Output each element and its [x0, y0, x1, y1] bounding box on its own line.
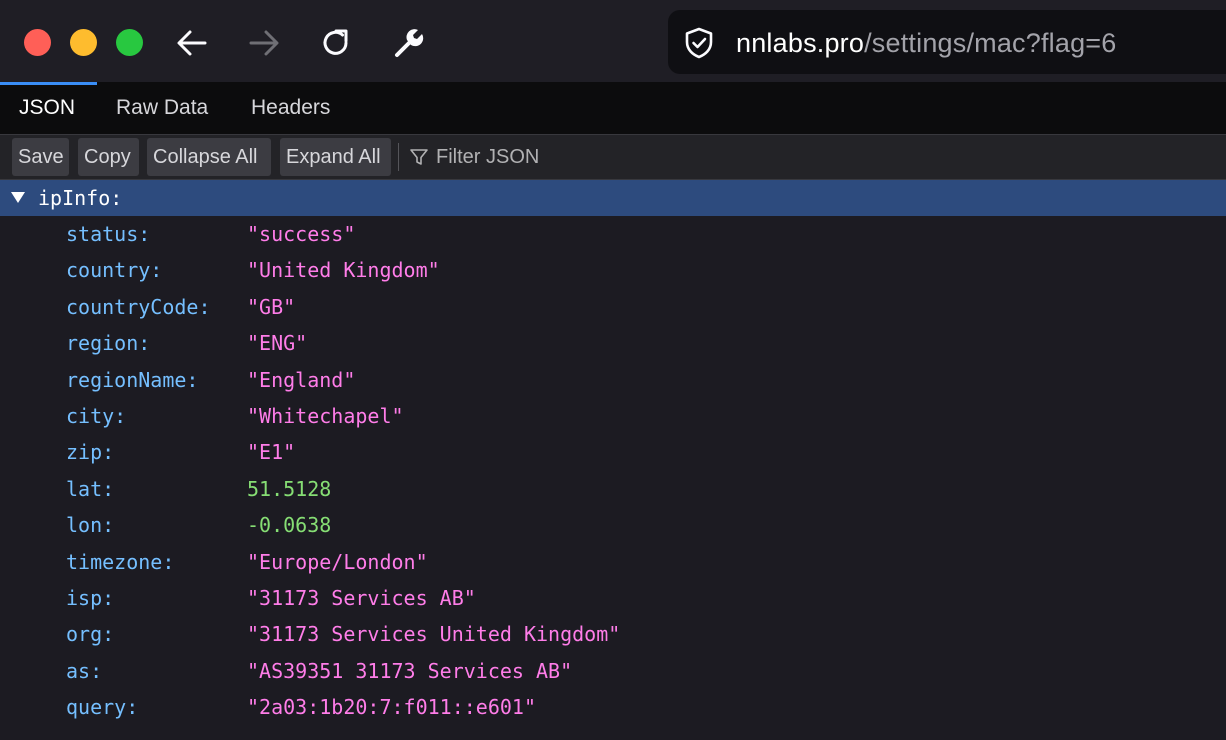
json-key: city:	[66, 403, 127, 428]
close-window-button[interactable]	[24, 29, 51, 56]
json-key: isp:	[66, 585, 115, 610]
json-key: timezone:	[66, 549, 175, 574]
filter-box[interactable]	[408, 138, 736, 176]
minimize-window-button[interactable]	[70, 29, 97, 56]
funnel-icon	[410, 149, 428, 165]
json-key: zip:	[66, 440, 115, 465]
json-value: "Europe/London"	[247, 549, 428, 574]
json-key: status:	[66, 222, 151, 246]
tab-raw-data[interactable]: Raw Data	[98, 82, 226, 134]
tree-row[interactable]: regionName: "England"	[0, 362, 1226, 398]
json-value: "success"	[247, 222, 356, 246]
json-key: lon:	[66, 513, 115, 538]
json-key: as:	[66, 658, 103, 683]
json-value: "AS39351 31173 Services AB"	[247, 658, 573, 683]
viewer-tabs: JSON Raw Data Headers	[0, 82, 1226, 135]
tree-row-root[interactable]: ipInfo:	[0, 180, 1226, 216]
arrow-left-icon	[177, 30, 207, 56]
json-value: "E1"	[247, 440, 296, 465]
expand-all-button[interactable]: Expand All	[280, 138, 391, 176]
json-key: countryCode:	[66, 294, 211, 319]
root-key: ipInfo:	[38, 186, 123, 210]
browser-window: nnlabs.pro/settings/mac?flag=6 JSON Raw …	[0, 0, 1226, 740]
url-path: /settings/mac?flag=6	[864, 28, 1117, 58]
tree-row[interactable]: zip: "E1"	[0, 434, 1226, 470]
wrench-icon	[395, 29, 424, 57]
expand-toggle-icon[interactable]	[11, 192, 25, 203]
json-rows: status: "success" country: "United Kingdom"…	[0, 216, 1226, 725]
filter-json-input[interactable]	[436, 145, 736, 169]
tree-row[interactable]: org: "31173 Services United Kingdom"	[0, 616, 1226, 652]
tree-row[interactable]: city: "Whitechapel"	[0, 398, 1226, 434]
json-key: regionName:	[66, 367, 199, 392]
json-value: "United Kingdom"	[247, 258, 440, 283]
tools-button[interactable]	[389, 24, 427, 62]
tree-row[interactable]: query: "2a03:1b20:7:f011::e601"	[0, 689, 1226, 725]
json-toolbar: Save Copy Collapse All Expand All	[0, 135, 1226, 180]
url-text[interactable]: nnlabs.pro/settings/mac?flag=6	[736, 27, 1117, 59]
copy-button[interactable]: Copy	[78, 138, 139, 176]
tree-row[interactable]: as: "AS39351 31173 Services AB"	[0, 653, 1226, 689]
tab-json[interactable]: JSON	[1, 82, 93, 134]
reload-button[interactable]	[317, 24, 355, 62]
tree-row[interactable]: countryCode: "GB"	[0, 289, 1226, 325]
json-key: org:	[66, 622, 115, 647]
tree-row[interactable]: region: "ENG"	[0, 325, 1226, 361]
json-value: "31173 Services United Kingdom"	[247, 622, 621, 647]
json-value: "GB"	[247, 294, 296, 319]
forward-button[interactable]	[245, 24, 283, 62]
arrow-right-icon	[249, 30, 279, 56]
shield-icon[interactable]	[682, 26, 716, 60]
json-value: 51.5128	[247, 476, 332, 501]
tree-row[interactable]: lon: -0.0638	[0, 507, 1226, 543]
save-button[interactable]: Save	[12, 138, 69, 176]
tree-row[interactable]: status: "success"	[0, 216, 1226, 252]
url-host: nnlabs.pro	[736, 28, 865, 58]
url-bar[interactable]: nnlabs.pro/settings/mac?flag=6	[668, 10, 1226, 74]
toolbar-divider	[398, 143, 399, 171]
zoom-window-button[interactable]	[116, 29, 143, 56]
json-value: "31173 Services AB"	[247, 585, 476, 610]
tree-row[interactable]: lat: 51.5128	[0, 471, 1226, 507]
json-value: "Whitechapel"	[247, 403, 404, 428]
json-key: query:	[66, 695, 139, 720]
back-button[interactable]	[173, 24, 211, 62]
toolbar: nnlabs.pro/settings/mac?flag=6	[0, 0, 1226, 82]
json-tree: ipInfo: status: "success" country: "United …	[0, 180, 1226, 725]
json-key: country:	[66, 258, 163, 283]
tab-headers[interactable]: Headers	[233, 82, 348, 134]
json-value: "ENG"	[247, 331, 308, 356]
tree-row[interactable]: timezone: "Europe/London"	[0, 544, 1226, 580]
json-key: lat:	[66, 476, 115, 501]
tree-row[interactable]: isp: "31173 Services AB"	[0, 580, 1226, 616]
json-value: -0.0638	[247, 513, 332, 538]
collapse-all-button[interactable]: Collapse All	[147, 138, 271, 176]
tree-row[interactable]: country: "United Kingdom"	[0, 252, 1226, 288]
json-value: "2a03:1b20:7:f011::e601"	[247, 695, 536, 720]
json-key: region:	[66, 331, 151, 356]
json-value: "England"	[247, 367, 356, 392]
reload-icon	[323, 29, 348, 55]
